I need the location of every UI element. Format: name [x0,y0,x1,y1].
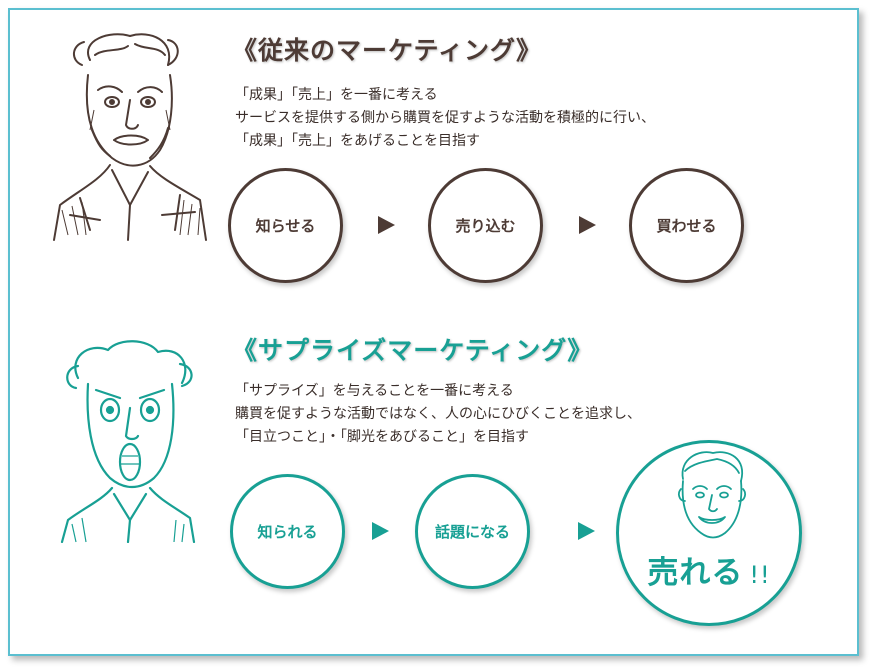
arrow-right-icon [378,216,395,234]
smiling-man-sketch-illustration [678,451,746,539]
surprise-line-1: 「サプライズ」を与えることを一番に考える [235,383,514,399]
traditional-line-1: 「成果」「売上」を一番に考える [235,87,438,103]
arrow-right-icon [578,522,595,540]
old-man-sketch-illustration [53,33,207,241]
surprise-step-2: 話題になる [415,474,530,589]
surprise-result-mark: !! [749,561,771,589]
surprise-marketing-title: 《サプライズマーケティング》 [232,336,594,365]
surprise-result-circle: 売れる!! [616,440,802,626]
surprise-result-label: 売れる [647,555,744,591]
surprised-man-sketch-illustration [60,340,196,543]
traditional-description: 「成果」「売上」を一番に考える サービスを提供する側から購買を促すような活動を積… [235,84,655,153]
surprise-line-2: 購買を促すような活動ではなく、人の心にひびくことを追求し、 [235,406,641,422]
surprise-step-1: 知られる [230,474,345,589]
surprise-description: 「サプライズ」を与えることを一番に考える 購買を促すような活動ではなく、人の心に… [235,380,641,449]
arrow-right-icon [579,216,596,234]
arrow-right-icon [372,522,389,540]
traditional-marketing-title: 《従来のマーケティング》 [232,36,543,65]
surprise-result-text: 売れる!! [619,547,799,592]
surprise-line-3: 「目立つこと」・「脚光をあびること」を目指す [235,429,529,445]
traditional-step-3: 買わせる [629,168,744,283]
traditional-line-2: サービスを提供する側から購買を促すような活動を積極的に行い、 [235,110,655,126]
traditional-line-3: 「成果」「売上」をあげることを目指す [235,133,480,149]
traditional-step-2: 売り込む [428,168,543,283]
traditional-step-1: 知らせる [228,168,343,283]
